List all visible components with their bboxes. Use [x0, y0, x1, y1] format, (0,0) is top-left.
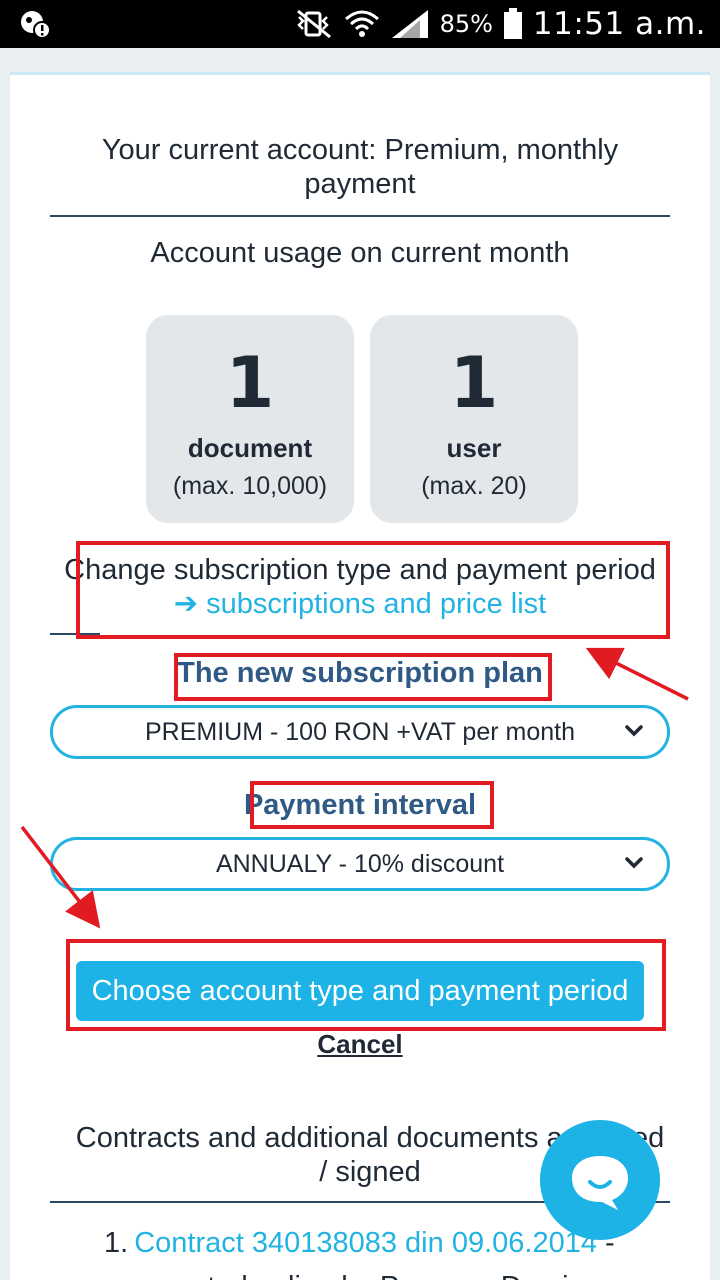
- list-item: 1. Contract 340138083 din 09.06.2014 -: [104, 1227, 615, 1260]
- cancel-link[interactable]: Cancel: [10, 1029, 710, 1060]
- signal-icon: [391, 10, 428, 38]
- users-count: 1: [449, 342, 499, 424]
- subscription-plan-value: PREMIUM - 100 RON +VAT per month: [145, 718, 575, 746]
- documents-count: 1: [225, 342, 275, 424]
- vibrate-mute-icon: [296, 9, 331, 39]
- list-item-number: 1.: [104, 1227, 129, 1259]
- notification-icon: [21, 11, 51, 39]
- annotation-box-interval: [250, 781, 494, 829]
- users-label: user: [446, 433, 502, 463]
- documents-label: document: [187, 433, 313, 463]
- chat-button[interactable]: [540, 1120, 660, 1240]
- battery-icon: [503, 8, 522, 39]
- documents-usage-tile: 1 document (max. 10,000): [146, 315, 354, 523]
- contract-link[interactable]: Contract 340138083 din 09.06.2014: [134, 1227, 597, 1259]
- chat-bubble-icon: [572, 1156, 628, 1210]
- contract-detail: accepted online by Popescu Dan in: [130, 1271, 585, 1280]
- wifi-icon: [344, 10, 379, 37]
- title-divider: [50, 215, 670, 217]
- account-card: Your current account: Premium, monthly p…: [10, 72, 710, 1280]
- payment-interval-select[interactable]: ANNUALY - 10% discount: [50, 837, 670, 891]
- annotation-box-subscriptions: [76, 541, 670, 639]
- documents-max: (max. 10,000): [172, 472, 328, 500]
- current-account-title: Your current account: Premium, monthly p…: [101, 134, 619, 200]
- annotation-box-button: [66, 939, 666, 1031]
- users-max: (max. 20): [421, 472, 527, 500]
- status-bar: 85% 11:51 a.m.: [0, 0, 720, 48]
- subscription-plan-select[interactable]: PREMIUM - 100 RON +VAT per month: [50, 705, 670, 759]
- users-usage-tile: 1 user (max. 20): [370, 315, 578, 523]
- payment-interval-value: ANNUALY - 10% discount: [215, 850, 505, 878]
- clock: 11:51 a.m.: [532, 6, 706, 42]
- usage-title: Account usage on current month: [150, 237, 570, 269]
- chevron-down-icon: [625, 725, 643, 737]
- chevron-down-icon: [625, 857, 643, 869]
- annotation-box-plan: [174, 653, 552, 701]
- battery-percent: 85%: [439, 10, 493, 38]
